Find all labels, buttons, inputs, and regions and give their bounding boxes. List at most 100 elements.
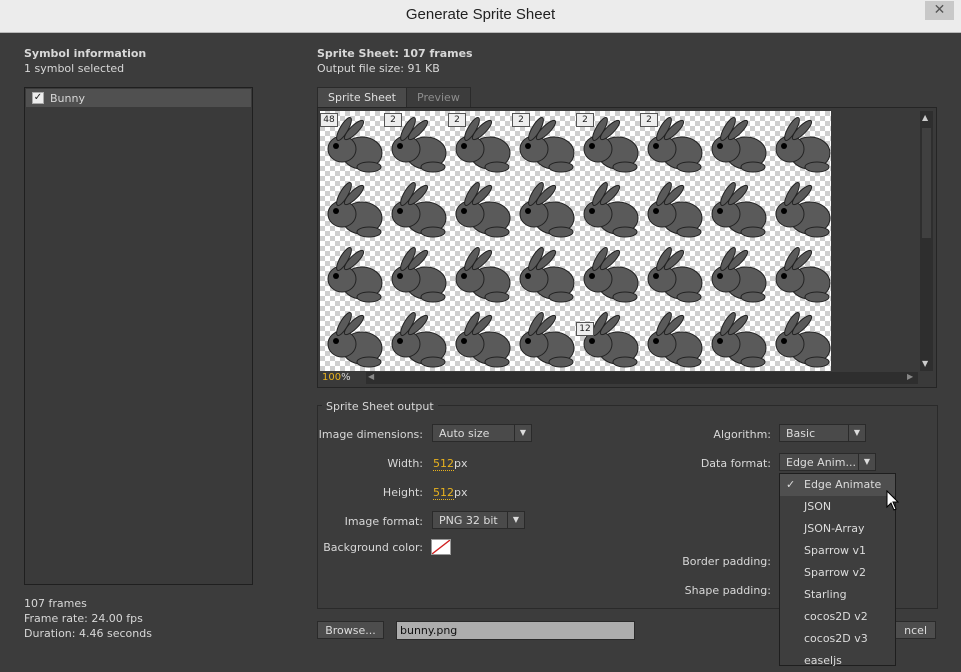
bunny-sprite: [519, 247, 575, 303]
bunny-sprite: [711, 117, 767, 173]
border-padding-label: Border padding:: [682, 555, 771, 568]
tab-preview[interactable]: Preview: [406, 87, 471, 108]
menu-item-label: Edge Animate: [804, 478, 882, 491]
window-title: Generate Sprite Sheet: [405, 6, 556, 23]
bunny-sprite: [775, 247, 831, 303]
menu-item-sparrow-v2[interactable]: Sparrow v2: [780, 562, 895, 584]
no-color-icon: [432, 540, 450, 554]
menu-item-starling[interactable]: Starling: [780, 584, 895, 606]
menu-item-json-array[interactable]: JSON-Array: [780, 518, 895, 540]
shape-padding-label: Shape padding:: [684, 584, 771, 597]
sprite-sheet-viewer: 48 2 2 2 2 2 12 ▲ ▼ 100% ◀ ▶: [317, 107, 937, 388]
height-value[interactable]: 512: [433, 486, 454, 500]
bunny-sprite: [327, 247, 383, 303]
bunny-sprite: [647, 312, 703, 368]
data-format-dropdown[interactable]: Edge Anim... ▼: [779, 453, 876, 471]
menu-item-label: JSON: [804, 500, 832, 513]
menu-item-label: Sparrow v2: [804, 566, 867, 579]
scroll-thumb[interactable]: [922, 128, 931, 238]
menu-item-edge-animate[interactable]: ✓ Edge Animate: [780, 474, 895, 496]
chevron-down-icon: ▼: [848, 425, 865, 441]
symbol-list-item[interactable]: ✓ Bunny: [26, 89, 251, 107]
scroll-up-icon[interactable]: ▲: [922, 113, 928, 122]
bunny-sprite: [455, 182, 511, 238]
image-format-dropdown[interactable]: PNG 32 bit ▼: [432, 511, 525, 529]
bunny-sprite: [391, 182, 447, 238]
chevron-down-icon: ▼: [507, 512, 524, 528]
data-format-label: Data format:: [700, 457, 771, 470]
menu-item-easeljs[interactable]: easeljs: [780, 650, 895, 672]
menu-item-sparrow-v1[interactable]: Sparrow v1: [780, 540, 895, 562]
scroll-down-icon[interactable]: ▼: [922, 359, 928, 368]
mouse-cursor-icon: [886, 490, 900, 511]
symbol-checkbox[interactable]: ✓: [32, 92, 44, 104]
zoom-value[interactable]: 100: [322, 372, 341, 383]
symbol-list[interactable]: ✓ Bunny: [24, 87, 253, 585]
sheet-title: Sprite Sheet: 107 frames: [317, 47, 473, 60]
frame-badge: 12: [576, 322, 594, 336]
frame-badge: 2: [640, 113, 658, 127]
background-color-label: Background color:: [323, 541, 423, 554]
algorithm-value: Basic: [786, 427, 816, 440]
bunny-sprite: [583, 312, 639, 368]
zoom-level[interactable]: 100%: [322, 372, 351, 383]
data-format-value: Edge Anim...: [786, 456, 856, 469]
horizontal-scrollbar[interactable]: ◀ ▶: [366, 372, 918, 384]
menu-item-json[interactable]: JSON: [780, 496, 895, 518]
menu-item-cocos2d-v3[interactable]: cocos2D v3: [780, 628, 895, 650]
algorithm-label: Algorithm:: [713, 428, 771, 441]
duration: Duration: 4.46 seconds: [24, 627, 152, 640]
width-label: Width:: [387, 457, 423, 470]
bunny-sprite: [391, 312, 447, 368]
frame-badge: 2: [512, 113, 530, 127]
background-color-swatch[interactable]: [431, 539, 451, 555]
image-format-label: Image format:: [344, 515, 423, 528]
bunny-sprite: [775, 182, 831, 238]
menu-item-label: cocos2D v2: [804, 610, 868, 623]
algorithm-dropdown[interactable]: Basic ▼: [779, 424, 866, 442]
image-dimensions-dropdown[interactable]: Auto size ▼: [432, 424, 532, 442]
symbol-name: Bunny: [50, 92, 85, 105]
browse-button[interactable]: Browse...: [317, 621, 384, 639]
close-button[interactable]: ✕: [925, 1, 954, 20]
check-icon: ✓: [786, 478, 796, 491]
filename-input[interactable]: bunny.png: [396, 621, 635, 640]
output-group-legend: Sprite Sheet output: [322, 400, 438, 413]
bunny-sprite: [647, 247, 703, 303]
bunny-sprite: [583, 247, 639, 303]
image-format-value: PNG 32 bit: [439, 514, 498, 527]
symbol-info-header: Symbol information: [24, 47, 147, 60]
frame-rate: Frame rate: 24.00 fps: [24, 612, 143, 625]
height-unit: px: [454, 486, 468, 499]
menu-item-label: Sparrow v1: [804, 544, 867, 557]
menu-item-label: cocos2D v3: [804, 632, 868, 645]
bunny-sprite: [327, 312, 383, 368]
frame-badge: 2: [384, 113, 402, 127]
bunny-sprite: [519, 312, 575, 368]
frames-count: 107 frames: [24, 597, 87, 610]
sprite-sheet-canvas: 48 2 2 2 2 2 12: [320, 111, 831, 371]
frame-badge: 48: [320, 113, 338, 127]
image-dimensions-value: Auto size: [439, 427, 490, 440]
tab-sprite-sheet[interactable]: Sprite Sheet: [317, 87, 407, 108]
scroll-right-icon[interactable]: ▶: [907, 372, 913, 381]
bunny-sprite: [327, 182, 383, 238]
bunny-sprite: [775, 117, 831, 173]
bunny-sprite: [583, 182, 639, 238]
image-dimensions-label: Image dimensions:: [318, 428, 423, 441]
vertical-scrollbar[interactable]: ▲ ▼: [920, 111, 933, 371]
bunny-sprite: [519, 182, 575, 238]
symbol-count: 1 symbol selected: [24, 62, 125, 75]
menu-item-label: easeljs: [804, 654, 842, 667]
chevron-down-icon: ▼: [858, 454, 875, 470]
menu-item-label: Starling: [804, 588, 847, 601]
frame-badge: 2: [576, 113, 594, 127]
menu-item-cocos2d-v2[interactable]: cocos2D v2: [780, 606, 895, 628]
scroll-left-icon[interactable]: ◀: [368, 372, 374, 381]
bunny-sprite: [391, 247, 447, 303]
title-bar: Generate Sprite Sheet ✕: [0, 0, 961, 33]
width-value[interactable]: 512: [433, 457, 454, 471]
bunny-sprite: [455, 247, 511, 303]
data-format-menu[interactable]: ✓ Edge Animate JSON JSON-Array Sparrow v1…: [779, 473, 896, 667]
zoom-unit: %: [341, 372, 351, 383]
